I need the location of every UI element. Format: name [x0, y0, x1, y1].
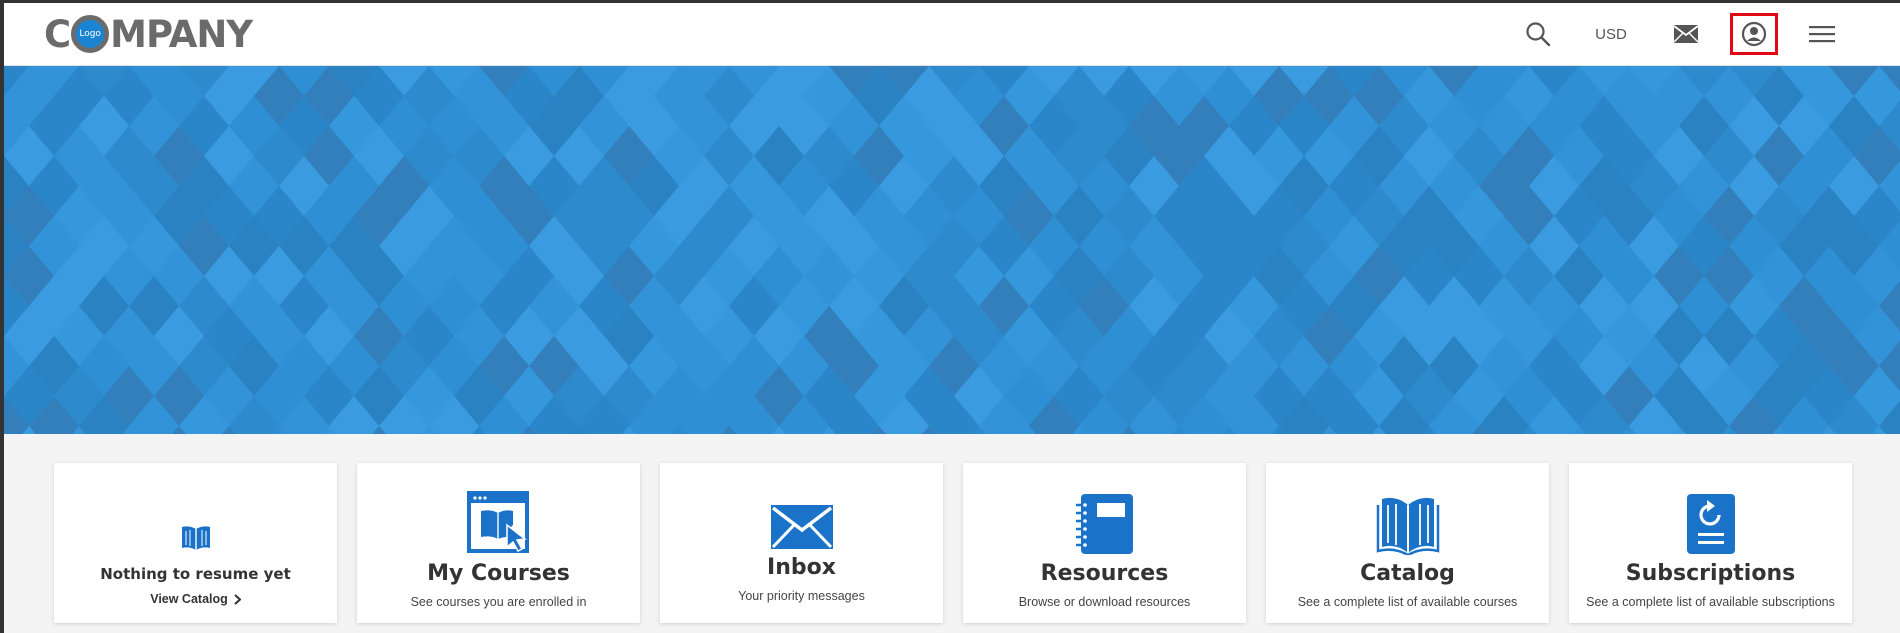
mail-icon [1673, 25, 1699, 43]
catalog-card-icon-wrap [1376, 483, 1440, 555]
resources-subtitle: Browse or download resources [1018, 595, 1191, 610]
currency-label: USD [1595, 25, 1627, 43]
logo-text-start: C [44, 12, 71, 56]
resume-card[interactable]: Nothing to resume yet View Catalog [54, 463, 337, 623]
envelope-icon [770, 505, 833, 549]
my-courses-card[interactable]: My Courses See courses you are enrolled … [357, 463, 640, 623]
hamburger-menu-icon [1809, 26, 1835, 43]
hero-banner [4, 66, 1900, 434]
resume-card-icon-wrap [181, 501, 211, 551]
currency-selector[interactable]: USD [1586, 12, 1636, 56]
banner-pattern [4, 66, 1900, 434]
notebook-icon [1075, 494, 1133, 554]
catalog-title: Catalog [1360, 561, 1455, 586]
catalog-card[interactable]: Catalog See a complete list of available… [1266, 463, 1549, 623]
subscriptions-subtitle: See a complete list of available subscri… [1586, 595, 1835, 610]
logo-badge: Logo [71, 15, 110, 53]
messages-button[interactable] [1666, 12, 1706, 56]
user-circle-icon [1741, 21, 1767, 47]
search-icon [1526, 22, 1551, 47]
account-button[interactable] [1730, 13, 1778, 55]
catalog-subtitle: See a complete list of available courses [1297, 595, 1518, 610]
dashboard-cards: Nothing to resume yet View Catalog My Co… [4, 434, 1900, 623]
resume-card-title: Nothing to resume yet [100, 565, 291, 583]
view-catalog-link[interactable]: View Catalog [150, 592, 241, 606]
top-header: C Logo MPANY USD [4, 3, 1900, 66]
refresh-list-icon [1686, 494, 1735, 554]
subscriptions-title: Subscriptions [1625, 561, 1796, 586]
book-icon [181, 526, 210, 550]
my-courses-subtitle: See courses you are enrolled in [410, 595, 587, 610]
resources-title: Resources [1040, 561, 1169, 586]
header-nav: USD [1518, 12, 1842, 56]
inbox-subtitle: Your priority messages [738, 589, 865, 604]
open-book-icon [1376, 497, 1439, 555]
inbox-card-icon-wrap [770, 483, 833, 549]
company-logo[interactable]: C Logo MPANY [44, 12, 253, 56]
inbox-card[interactable]: Inbox Your priority messages [660, 463, 943, 623]
my-courses-title: My Courses [427, 561, 570, 586]
view-catalog-label: View Catalog [150, 592, 228, 606]
logo-text-end: MPANY [110, 12, 253, 56]
resources-card-icon-wrap [1075, 483, 1135, 555]
subscriptions-card-icon-wrap [1686, 483, 1736, 555]
subscriptions-card[interactable]: Subscriptions See a complete list of ava… [1569, 463, 1852, 623]
resources-card[interactable]: Resources Browse or download resources [963, 463, 1246, 623]
chevron-right-icon [234, 593, 241, 605]
inbox-title: Inbox [767, 555, 836, 580]
my-courses-card-icon-wrap [466, 483, 531, 555]
search-button[interactable] [1518, 12, 1558, 56]
course-window-cursor-icon [466, 491, 529, 553]
main-menu-button[interactable] [1802, 12, 1842, 56]
